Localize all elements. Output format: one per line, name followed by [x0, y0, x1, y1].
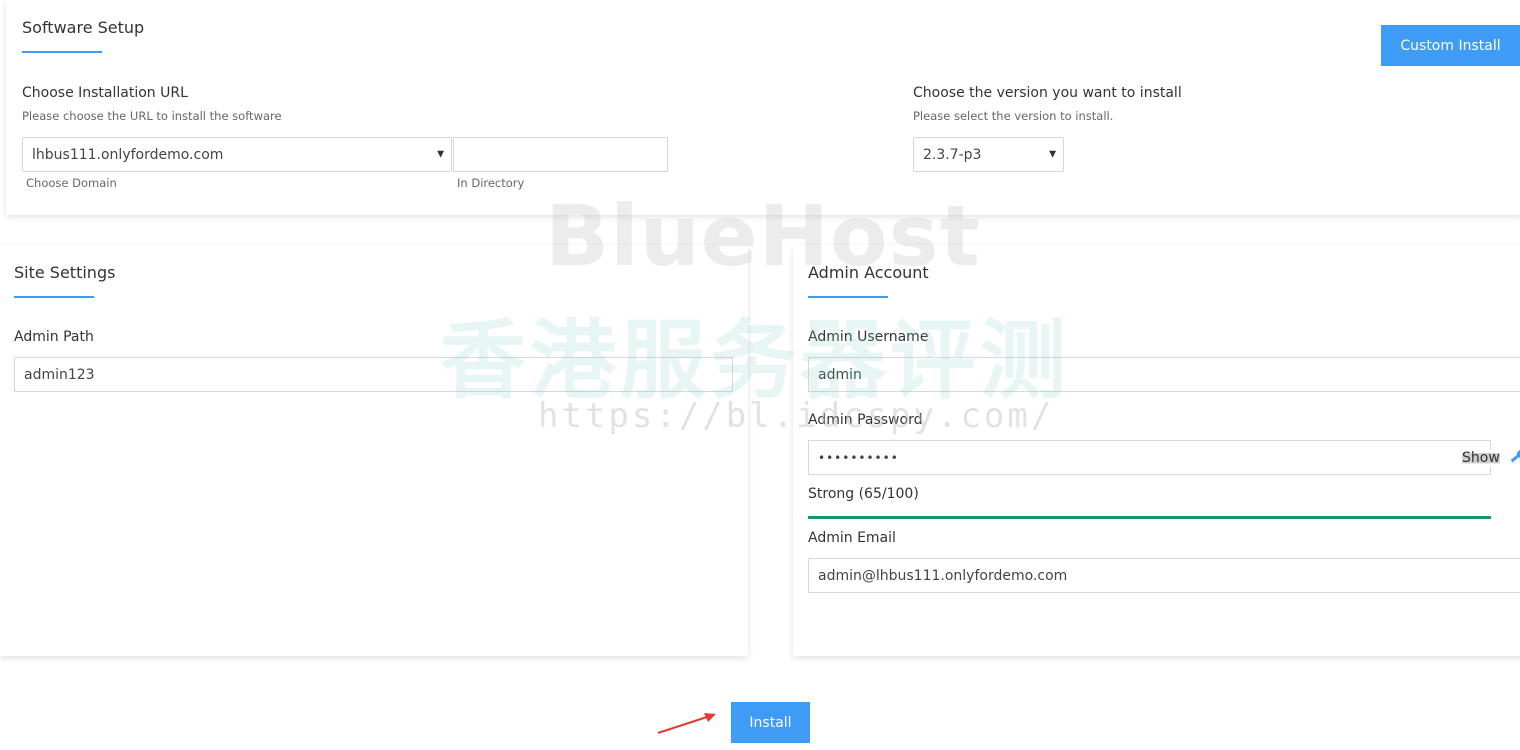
admin-username-label: Admin Username [808, 329, 929, 345]
red-arrow-annotation [657, 713, 716, 734]
title-underline [14, 296, 94, 298]
admin-password-label: Admin Password [808, 412, 923, 428]
software-setup-title: Software Setup [22, 18, 145, 37]
admin-account-title: Admin Account [808, 263, 929, 282]
admin-email-input[interactable]: admin@lhbus111.onlyfordemo.com [808, 558, 1520, 593]
install-url-label: Choose Installation URL [22, 85, 188, 101]
password-strength-bar [808, 516, 1491, 519]
admin-email-label: Admin Email [808, 530, 896, 546]
version-hint: Please select the version to install. [913, 109, 1114, 123]
domain-sublabel: Choose Domain [26, 176, 117, 190]
key-icon[interactable] [1509, 449, 1520, 467]
domain-select[interactable]: lhbus111.onlyfordemo.com ▼ [22, 137, 452, 172]
version-select[interactable]: 2.3.7-p3 ▼ [913, 137, 1064, 172]
admin-username-input[interactable]: admin [808, 357, 1520, 392]
directory-sublabel: In Directory [457, 176, 525, 190]
caret-down-icon: ▼ [1049, 149, 1056, 159]
site-settings-title: Site Settings [14, 263, 116, 282]
site-settings-card: Site Settings Admin Path admin123 [0, 245, 748, 656]
custom-install-button[interactable]: Custom Install [1381, 25, 1520, 66]
admin-password-input[interactable]: •••••••••• [808, 440, 1491, 475]
install-url-hint: Please choose the URL to install the sof… [22, 109, 282, 123]
caret-down-icon: ▼ [437, 149, 444, 159]
version-label: Choose the version you want to install [913, 85, 1182, 101]
admin-path-label: Admin Path [14, 329, 94, 345]
show-password-toggle[interactable]: Show [1462, 450, 1500, 466]
admin-account-card: Admin Account Admin Username admin Admin… [793, 245, 1520, 656]
title-underline [808, 296, 888, 298]
password-strength-text: Strong (65/100) [808, 486, 919, 502]
directory-input[interactable] [453, 137, 668, 172]
software-setup-card: Software Setup Custom Install Choose Ins… [6, 0, 1520, 215]
install-button[interactable]: Install [731, 702, 810, 743]
version-select-value: 2.3.7-p3 [923, 146, 982, 163]
admin-path-input[interactable]: admin123 [14, 357, 733, 392]
title-underline [22, 51, 102, 53]
domain-select-value: lhbus111.onlyfordemo.com [32, 146, 224, 163]
